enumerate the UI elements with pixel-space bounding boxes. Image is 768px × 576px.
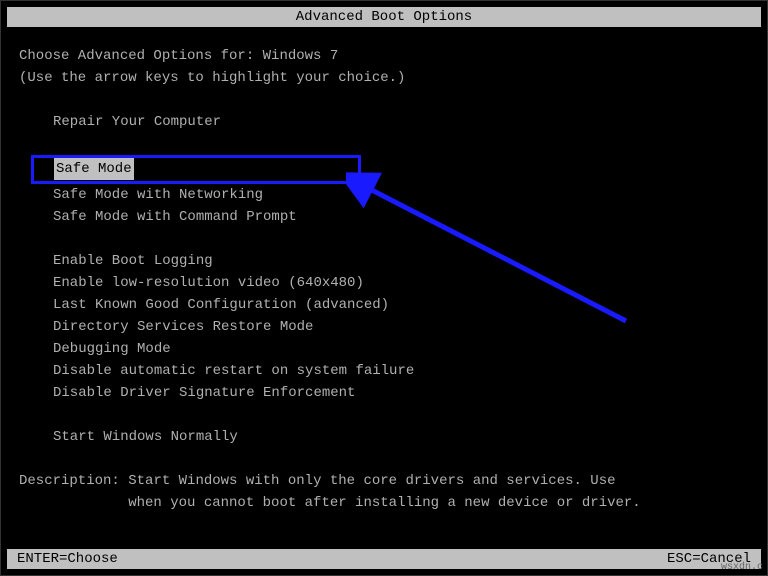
- menu-item-disable-sig[interactable]: Disable Driver Signature Enforcement: [51, 382, 749, 404]
- menu-item-safe-mode[interactable]: Safe Mode: [54, 158, 134, 181]
- menu-item-debugging[interactable]: Debugging Mode: [51, 338, 749, 360]
- title-text: Advanced Boot Options: [296, 9, 472, 25]
- menu-spacer: [51, 133, 749, 155]
- menu-spacer: [51, 404, 749, 426]
- menu-spacer: [51, 228, 749, 250]
- heading: Choose Advanced Options for: Windows 7: [19, 45, 749, 67]
- menu-item-disable-restart[interactable]: Disable automatic restart on system fail…: [51, 360, 749, 382]
- boot-menu[interactable]: Repair Your Computer Safe Mode Safe Mode…: [51, 111, 749, 448]
- menu-item-low-res[interactable]: Enable low-resolution video (640x480): [51, 272, 749, 294]
- menu-item-safe-mode-networking[interactable]: Safe Mode with Networking: [51, 184, 749, 206]
- footer-bar: ENTER=Choose ESC=Cancel: [7, 549, 761, 569]
- menu-item-selected-highlight[interactable]: Safe Mode: [31, 155, 361, 184]
- menu-item-safe-mode-cmd[interactable]: Safe Mode with Command Prompt: [51, 206, 749, 228]
- menu-item-ds-restore[interactable]: Directory Services Restore Mode: [51, 316, 749, 338]
- menu-item-start-normally[interactable]: Start Windows Normally: [51, 426, 749, 448]
- description-label: Description:: [19, 473, 120, 489]
- menu-item-boot-logging[interactable]: Enable Boot Logging: [51, 250, 749, 272]
- watermark: wsxdn.c: [721, 562, 763, 573]
- description-block: Description: Start Windows with only the…: [19, 470, 749, 514]
- menu-item-repair[interactable]: Repair Your Computer: [51, 111, 749, 133]
- description-line2: when you cannot boot after installing a …: [128, 495, 640, 511]
- hint: (Use the arrow keys to highlight your ch…: [19, 67, 749, 89]
- content-area: Choose Advanced Options for: Windows 7 (…: [1, 27, 767, 514]
- menu-item-last-known-good[interactable]: Last Known Good Configuration (advanced): [51, 294, 749, 316]
- description-line1: Start Windows with only the core drivers…: [128, 473, 615, 489]
- title-bar: Advanced Boot Options: [7, 7, 761, 27]
- footer-enter: ENTER=Choose: [17, 551, 118, 567]
